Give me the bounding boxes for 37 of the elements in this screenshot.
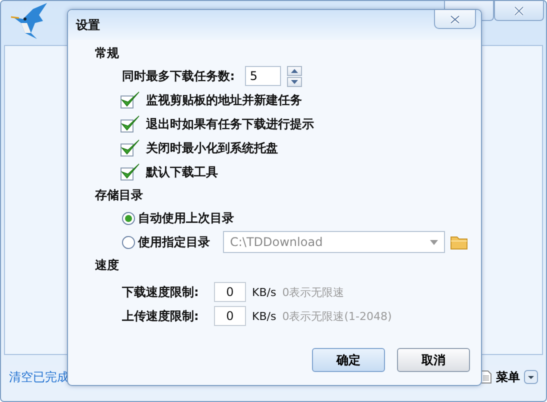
- spin-down-button[interactable]: [286, 76, 302, 86]
- field-label: 同时最多下载任务数:: [122, 68, 235, 84]
- dropdown-icon[interactable]: [524, 370, 538, 384]
- dialog-title: 设置: [76, 16, 100, 34]
- close-icon: [450, 14, 460, 24]
- spin-up-button[interactable]: [286, 66, 302, 76]
- up-arrow-icon: [290, 68, 298, 72]
- ok-button[interactable]: 确定: [312, 348, 385, 372]
- close-icon: [513, 6, 525, 16]
- checkbox[interactable]: [120, 139, 140, 157]
- radio-button[interactable]: [122, 212, 135, 224]
- radio-label: 自动使用上次目录: [138, 210, 234, 226]
- radio-label: 使用指定目录: [138, 234, 210, 250]
- checkbox[interactable]: [120, 163, 140, 181]
- radio-button[interactable]: [122, 236, 135, 248]
- section-heading: 速度: [95, 257, 120, 274]
- cancel-button[interactable]: 取消: [397, 348, 470, 372]
- unit-label: KB/s: [252, 286, 276, 298]
- number-field[interactable]: 5: [244, 66, 281, 86]
- checkbox-label: 退出时如果有任务下载进行提示: [146, 116, 314, 132]
- hint-text: 0表示无限速: [282, 284, 344, 300]
- field-label: 下载速度限制:: [122, 284, 200, 300]
- caret-icon: [430, 240, 438, 244]
- number-field[interactable]: 0: [214, 282, 246, 302]
- close-button[interactable]: [494, 1, 544, 21]
- hint-text: 0表示无限速(1-2048): [282, 308, 392, 324]
- field-label: 上传速度限制:: [122, 308, 200, 324]
- unit-label: KB/s: [252, 310, 276, 322]
- number-field[interactable]: 0: [214, 306, 246, 326]
- checkbox[interactable]: [120, 115, 140, 133]
- down-arrow-icon: [290, 80, 298, 84]
- section-heading: 常规: [95, 45, 120, 62]
- checkbox-label: 关闭时最小化到系统托盘: [146, 140, 278, 156]
- checkbox-label: 默认下载工具: [146, 164, 218, 180]
- section-heading: 存储目录: [95, 187, 144, 204]
- checkbox[interactable]: [120, 91, 140, 109]
- checkbox-label: 监视剪贴板的地址并新建任务: [146, 92, 302, 108]
